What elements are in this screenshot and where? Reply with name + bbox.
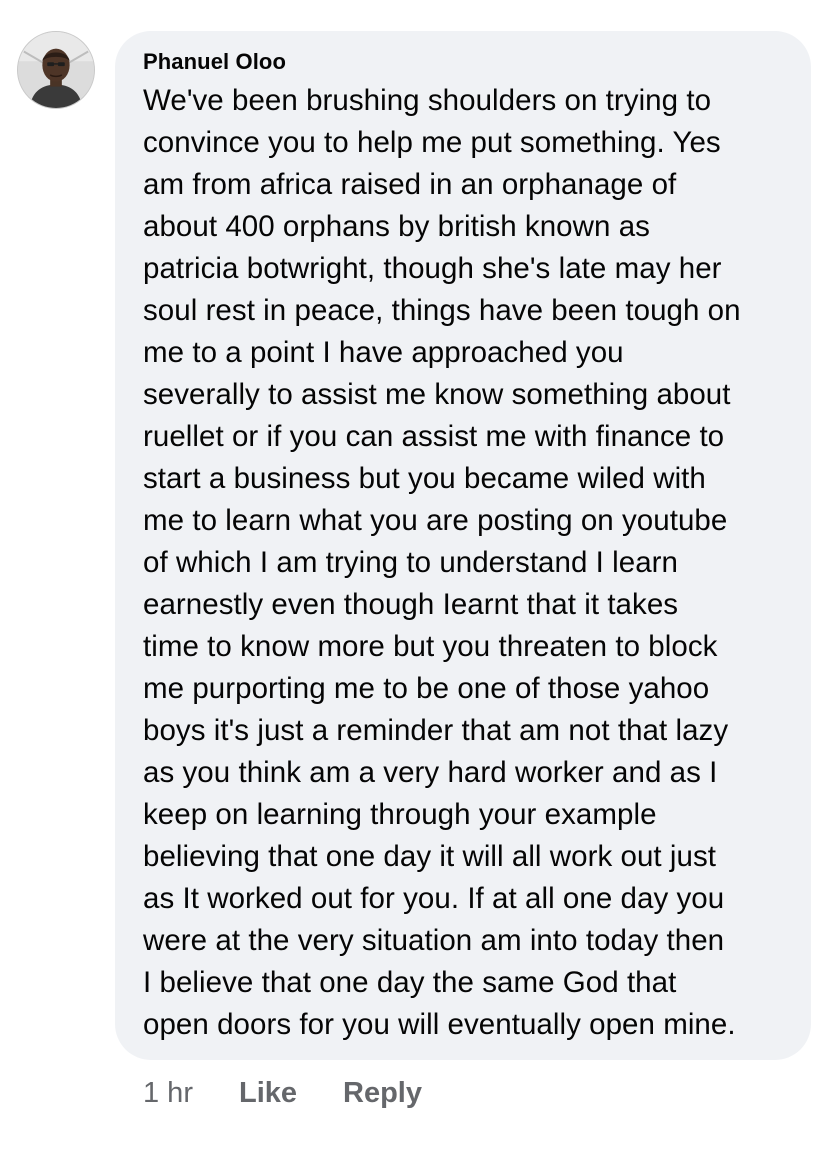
comment-timestamp[interactable]: 1 hr bbox=[143, 1073, 193, 1113]
comment-actions: 1 hr Like Reply bbox=[143, 1073, 468, 1113]
comment-author-name[interactable]: Phanuel Oloo bbox=[143, 48, 791, 76]
author-avatar[interactable] bbox=[17, 31, 95, 109]
reply-button[interactable]: Reply bbox=[343, 1073, 422, 1113]
comment-text: We've been brushing shoulders on trying … bbox=[143, 84, 741, 1041]
comment-bubble: Phanuel Oloo We've been brushing shoulde… bbox=[115, 31, 811, 1060]
user-avatar-photo-icon bbox=[18, 32, 94, 108]
like-button[interactable]: Like bbox=[239, 1073, 297, 1113]
